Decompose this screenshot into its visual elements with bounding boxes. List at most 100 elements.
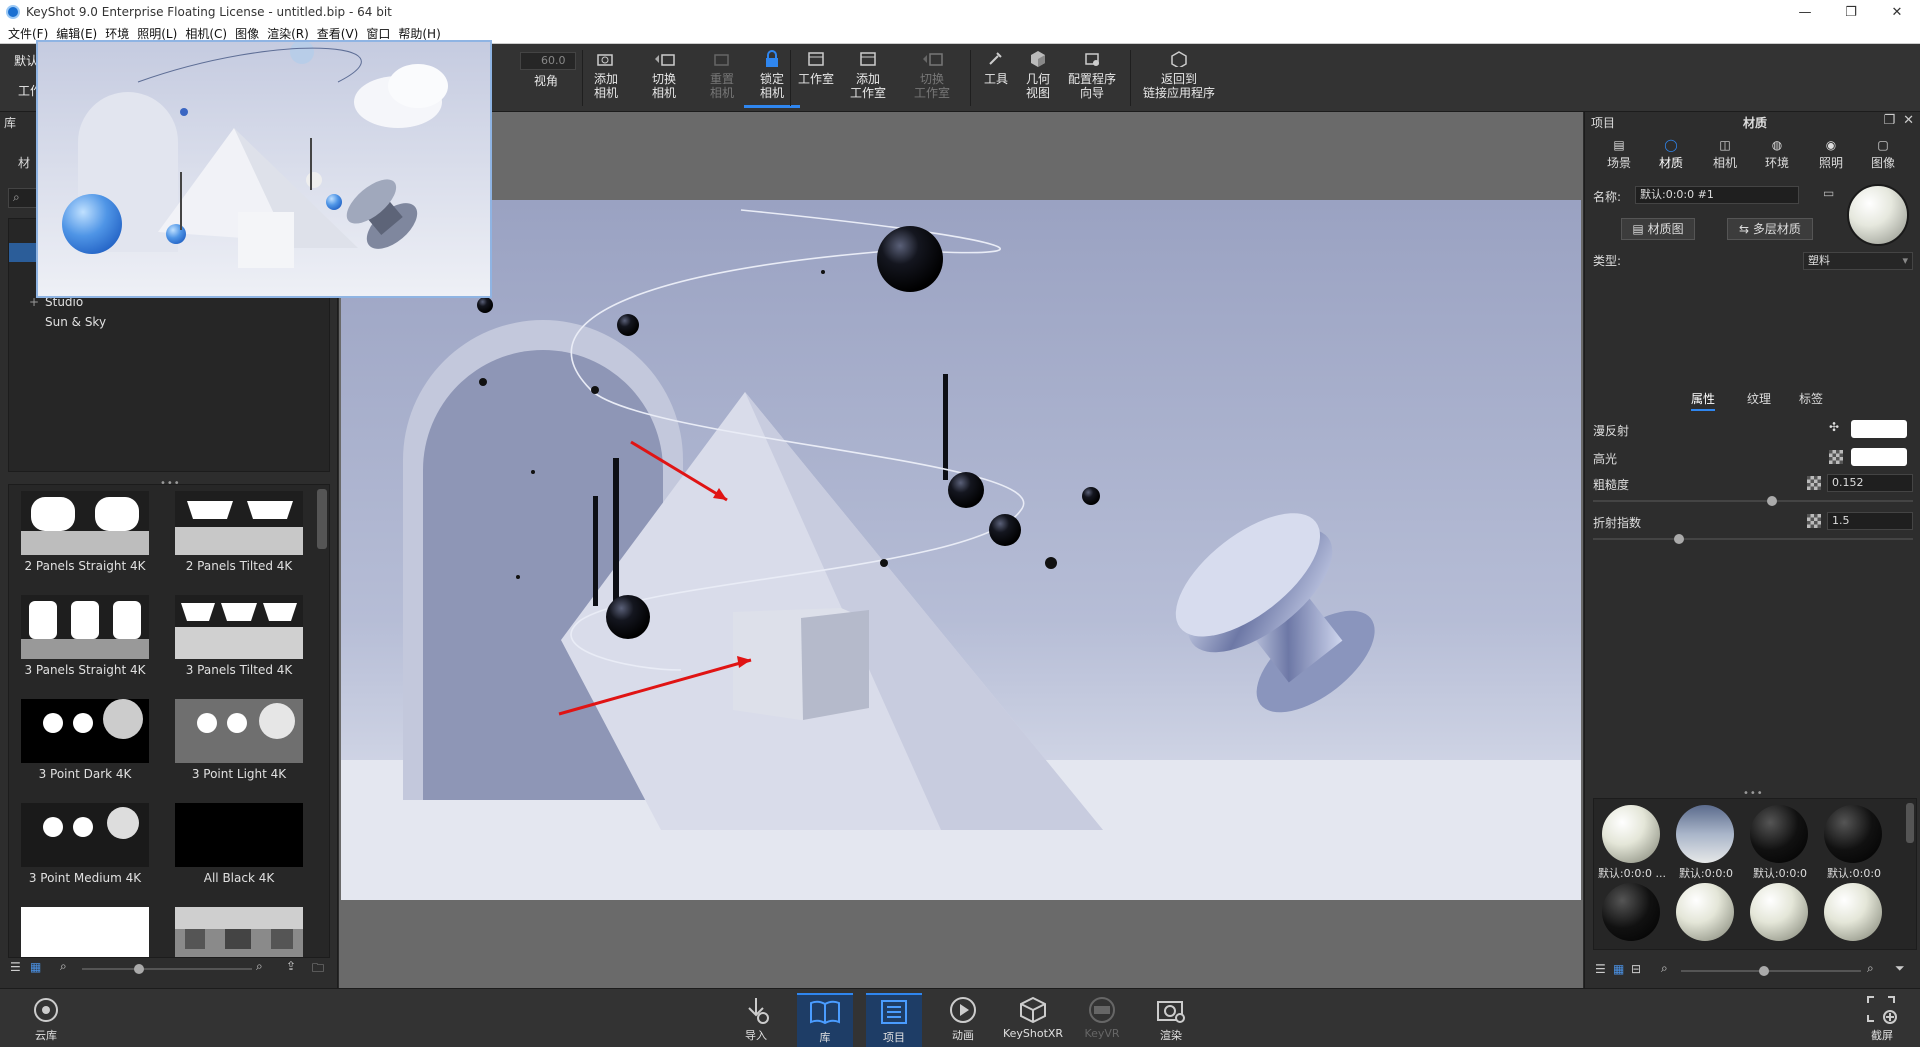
tree-item-sun-sky[interactable]: Sun & Sky [9, 313, 329, 332]
import-button[interactable]: 导入 [728, 993, 784, 1047]
zoom-out-icon[interactable]: ⌕ [60, 959, 67, 974]
render-viewport[interactable] [339, 112, 1583, 988]
minimize-button[interactable]: — [1782, 0, 1828, 24]
config-wizard-button[interactable]: 配置程序 向导 [1062, 48, 1122, 100]
toolbar-separator [1130, 50, 1131, 106]
texture-checker-icon[interactable] [1829, 450, 1843, 464]
multi-material-button[interactable]: ⇆ 多层材质 [1727, 218, 1813, 240]
texture-checker-icon[interactable] [1807, 514, 1821, 528]
geometry-view-button[interactable]: 几何 视图 [1010, 48, 1066, 100]
env-thumb-label: 2 Panels Straight 4K [24, 559, 146, 573]
env-thumb-3-point-medium[interactable] [21, 803, 149, 867]
texture-map-icon[interactable]: ✣ [1829, 420, 1839, 434]
roughness-slider[interactable] [1593, 500, 1913, 502]
material-graph-button[interactable]: ▤ 材质图 [1621, 218, 1695, 240]
thumbnail-size-slider[interactable] [1681, 970, 1861, 972]
grid-view-icon[interactable]: ▦ [1613, 962, 1624, 976]
library-button[interactable]: 库 [797, 993, 853, 1047]
grid-view-icon[interactable]: ▦ [30, 960, 41, 974]
env-thumb-3-point-dark[interactable] [21, 699, 149, 763]
scene-render[interactable] [341, 200, 1581, 900]
undock-icon[interactable]: ❐ [1883, 113, 1895, 128]
close-button[interactable]: ✕ [1874, 0, 1920, 24]
env-thumb-2-panels-tilted[interactable] [175, 491, 303, 555]
material-name-input[interactable]: 默认:0:0:0 #1 [1635, 186, 1799, 204]
floating-preview-window[interactable] [36, 40, 492, 298]
roughness-input[interactable]: 0.152 [1827, 474, 1913, 492]
material-thumb[interactable] [1602, 883, 1660, 941]
material-thumb[interactable] [1824, 883, 1882, 941]
switch-camera-button[interactable]: 切换 相机 [636, 48, 692, 100]
material-grid-scrollbar[interactable] [1906, 803, 1914, 843]
add-studio-button[interactable]: 添加 工作室 [840, 48, 896, 100]
fov-input[interactable]: 60.0 [520, 52, 576, 70]
project-button[interactable]: 项目 [866, 993, 922, 1047]
ior-input[interactable]: 1.5 [1827, 512, 1913, 530]
tree-view-icon[interactable]: ⊟ [1631, 962, 1641, 976]
tab-camera[interactable]: ◫ 相机 [1699, 136, 1751, 171]
list-view-icon[interactable]: ☰ [1595, 962, 1606, 976]
reset-camera-button[interactable]: 重置 相机 [694, 48, 750, 100]
material-thumb[interactable] [1602, 805, 1660, 863]
tree-item-label: Sun & Sky [45, 315, 107, 329]
zoom-in-icon[interactable]: ⌕ [1867, 961, 1874, 976]
keyvr-button[interactable]: KeyVR [1074, 993, 1130, 1047]
animation-button[interactable]: 动画 [935, 993, 991, 1047]
env-thumb-interior[interactable] [175, 907, 303, 957]
keyshotxr-button[interactable]: KeyShotXR [1002, 993, 1064, 1047]
subtab-labels[interactable]: 标签 [1799, 390, 1823, 407]
thumbnail-size-slider[interactable] [82, 968, 252, 970]
tab-lighting[interactable]: ◉ 照明 [1805, 136, 1857, 171]
workspace-dropdown-label[interactable]: 默认 [14, 52, 38, 69]
list-view-icon[interactable]: ☰ [10, 960, 21, 974]
material-preview-ball[interactable] [1847, 184, 1909, 246]
studio-add-icon [857, 48, 879, 70]
material-type-select[interactable]: 塑料 ▾ [1803, 252, 1913, 270]
env-thumb-all-white[interactable] [21, 907, 149, 957]
folder-icon[interactable]: 🗀 [312, 959, 324, 980]
ior-label: 折射指数 [1593, 516, 1642, 530]
env-thumb-3-panels-straight[interactable] [21, 595, 149, 659]
tab-scene[interactable]: ▤ 场景 [1593, 136, 1645, 171]
add-camera-button[interactable]: 添加 相机 [578, 48, 634, 100]
material-thumb[interactable] [1824, 805, 1882, 863]
roughness-slider-knob[interactable] [1767, 496, 1778, 506]
tab-environment[interactable]: ◍ 环境 [1751, 136, 1803, 171]
slider-knob[interactable] [1759, 966, 1769, 976]
tab-image[interactable]: ▢ 图像 [1857, 136, 1909, 171]
specular-color-swatch[interactable] [1851, 448, 1907, 466]
material-thumb[interactable] [1676, 883, 1734, 941]
env-thumb-3-panels-tilted[interactable] [175, 595, 303, 659]
texture-checker-icon[interactable] [1807, 476, 1821, 490]
zoom-out-icon[interactable]: ⌕ [1661, 961, 1668, 976]
slider-knob[interactable] [134, 964, 144, 974]
filter-icon[interactable]: ⏷ [1895, 961, 1905, 976]
ior-slider-knob[interactable] [1674, 534, 1685, 544]
render-button[interactable]: 渲染 [1143, 993, 1199, 1047]
cloud-library-button[interactable]: 云库 [18, 993, 74, 1047]
zoom-in-icon[interactable]: ⌕ [256, 959, 263, 974]
screenshot-button[interactable]: 截屏 [1854, 993, 1910, 1047]
tab-material[interactable]: ◯ 材质 [1645, 136, 1697, 188]
switch-studio-button[interactable]: 切换 工作室 [904, 48, 960, 100]
studio-button[interactable]: 工作室 [788, 48, 844, 86]
material-thumb[interactable] [1750, 805, 1808, 863]
fov-button[interactable]: 视角 [518, 74, 574, 88]
env-thumb-2-panels-straight[interactable] [21, 491, 149, 555]
library-tab-materials[interactable]: 材 [18, 154, 30, 171]
env-thumb-3-point-light[interactable] [175, 699, 303, 763]
material-thumb[interactable] [1676, 805, 1734, 863]
library-scrollbar[interactable] [317, 489, 327, 549]
upload-icon[interactable]: ⇪ [286, 959, 296, 973]
subtab-properties[interactable]: 属性 [1691, 390, 1716, 411]
restore-button[interactable]: ❐ [1828, 0, 1874, 24]
ior-slider[interactable] [1593, 538, 1913, 540]
subtab-textures[interactable]: 纹理 [1747, 390, 1771, 407]
env-thumb-all-black[interactable] [175, 803, 303, 867]
close-panel-icon[interactable]: ✕ [1903, 113, 1914, 128]
camera-switch-icon [653, 48, 675, 70]
return-linked-app-button[interactable]: 返回到 链接应用程序 [1138, 48, 1220, 100]
material-thumb[interactable] [1750, 883, 1808, 941]
save-material-icon[interactable]: ▭ [1823, 186, 1834, 200]
diffuse-color-swatch[interactable] [1851, 420, 1907, 438]
